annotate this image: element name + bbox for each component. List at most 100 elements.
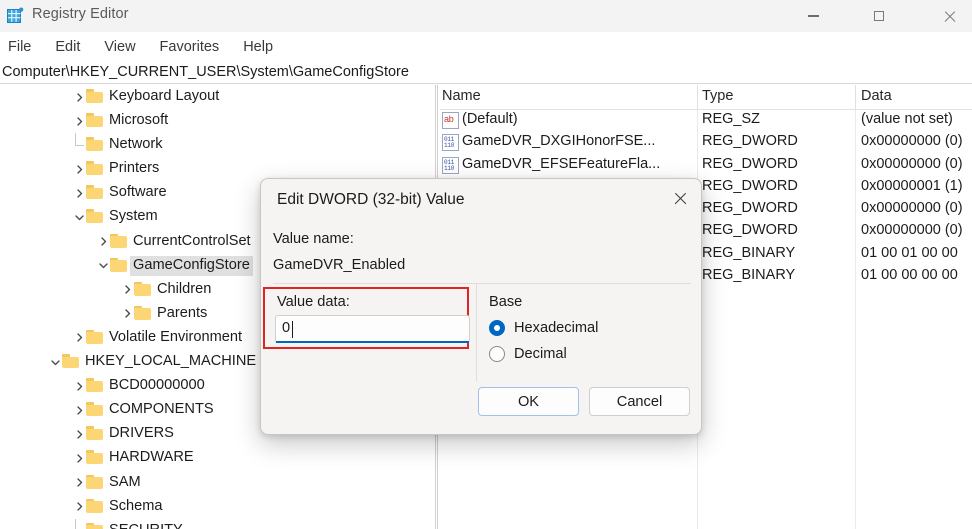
- value-type-cell: REG_DWORD: [702, 177, 798, 194]
- folder-icon: [110, 233, 127, 248]
- chevron-right-icon[interactable]: [72, 186, 86, 200]
- registry-value-row[interactable]: 011 110 GameDVR_DXGIHonorFSE... REG_DWORD 0x…: [440, 132, 972, 154]
- value-name-cell: GameDVR_EFSEFeatureFla...: [462, 155, 661, 172]
- chevron-right-icon[interactable]: [72, 451, 86, 465]
- menu-help[interactable]: Help: [243, 37, 273, 57]
- tree-item-label: SAM: [109, 473, 141, 490]
- chevron-right-icon[interactable]: [72, 427, 86, 441]
- folder-icon: [86, 113, 103, 128]
- header-sep-2[interactable]: [855, 85, 856, 110]
- tree-connector-line: [75, 518, 76, 529]
- menu-bar: File Edit View Favorites Help: [0, 33, 972, 61]
- value-data-text: 0: [282, 320, 291, 336]
- value-data-cell: 0x00000000 (0): [861, 222, 963, 239]
- base-option-hexadecimal[interactable]: Hexadecimal: [489, 320, 598, 336]
- value-data-cell: (value not set): [861, 111, 953, 127]
- value-name-text: GameDVR_Enabled: [273, 257, 406, 273]
- tree-item-label: CurrentControlSet: [133, 232, 251, 249]
- chevron-right-icon[interactable]: [72, 114, 86, 128]
- tree-item-label: SECURITY: [106, 521, 186, 529]
- dword-value-icon: 011 110: [442, 134, 459, 152]
- folder-icon: [86, 209, 103, 224]
- tree-item-sam[interactable]: SAM: [0, 471, 435, 495]
- base-option-decimal[interactable]: Decimal: [489, 346, 567, 362]
- tree-item-schema[interactable]: Schema: [0, 495, 435, 519]
- minimize-button[interactable]: [790, 0, 836, 32]
- base-group-label: Base: [489, 294, 523, 310]
- registry-editor-window: Registry Editor File Edit View Favorites…: [0, 0, 972, 529]
- chevron-down-icon[interactable]: [72, 211, 86, 225]
- radio-decimal-icon: [489, 346, 505, 362]
- folder-icon: [86, 450, 103, 465]
- radio-decimal-label: Decimal: [514, 346, 567, 362]
- folder-icon: [86, 426, 103, 441]
- dialog-divider: [273, 283, 691, 284]
- tree-item-hardware[interactable]: HARDWARE: [0, 446, 435, 470]
- chevron-right-icon[interactable]: [96, 235, 110, 249]
- menu-view[interactable]: View: [104, 37, 135, 57]
- tree-item-network[interactable]: Network: [0, 133, 435, 157]
- chevron-right-icon[interactable]: [72, 379, 86, 393]
- dword-value-icon: 011 110: [442, 156, 459, 174]
- close-icon: [943, 10, 956, 23]
- folder-icon: [86, 137, 103, 152]
- chevron-right-icon[interactable]: [72, 476, 86, 490]
- tree-item-label: DRIVERS: [109, 425, 174, 442]
- tree-item-label: System: [109, 208, 158, 225]
- tree-item-keyboard-layout[interactable]: Keyboard Layout: [0, 85, 435, 109]
- radio-hexadecimal-icon: [489, 320, 505, 336]
- tree-item-label: Schema: [109, 497, 163, 514]
- window-title: Registry Editor: [32, 6, 129, 22]
- chevron-down-icon[interactable]: [96, 259, 110, 273]
- column-header-type[interactable]: Type: [702, 88, 733, 104]
- value-data-cell: 0x00000001 (1): [861, 177, 963, 194]
- folder-icon: [86, 378, 103, 393]
- address-bar[interactable]: Computer\HKEY_CURRENT_USER\System\GameCo…: [0, 61, 972, 84]
- value-data-label: Value data:: [277, 294, 350, 310]
- folder-icon: [86, 89, 103, 103]
- chevron-right-icon[interactable]: [72, 331, 86, 345]
- dialog-title: Edit DWORD (32-bit) Value: [277, 191, 465, 208]
- registry-value-row[interactable]: ab (Default) REG_SZ (value not set): [440, 110, 972, 132]
- maximize-button[interactable]: [856, 0, 902, 32]
- folder-icon: [86, 522, 103, 529]
- tree-item-label: Keyboard Layout: [109, 88, 220, 104]
- registry-icon: [7, 7, 24, 24]
- tree-item-label: Microsoft: [109, 112, 169, 129]
- chevron-right-icon[interactable]: [120, 283, 134, 297]
- chevron-right-icon[interactable]: [72, 162, 86, 176]
- chevron-right-icon[interactable]: [72, 500, 86, 514]
- value-name-label: Value name:: [273, 231, 354, 247]
- column-header-data[interactable]: Data: [861, 88, 892, 104]
- tree-item-security[interactable]: SECURITY: [0, 518, 435, 529]
- menu-favorites[interactable]: Favorites: [160, 37, 220, 57]
- menu-edit[interactable]: Edit: [55, 37, 80, 57]
- header-sep-1[interactable]: [697, 85, 698, 110]
- value-data-cell: 0x00000000 (0): [861, 133, 963, 150]
- list-column-headers: Name Type Data: [440, 85, 972, 110]
- folder-icon: [86, 402, 103, 417]
- cancel-button[interactable]: Cancel: [589, 387, 690, 416]
- registry-value-row[interactable]: 011 110 GameDVR_EFSEFeatureFla... REG_DWORD…: [440, 155, 972, 177]
- column-header-name[interactable]: Name: [442, 88, 481, 104]
- value-name-cell: GameDVR_DXGIHonorFSE...: [462, 133, 656, 150]
- chevron-right-icon[interactable]: [72, 90, 86, 104]
- dialog-close-button[interactable]: [659, 179, 701, 217]
- value-name-cell: (Default): [462, 111, 518, 127]
- folder-icon: [86, 498, 103, 513]
- maximize-icon: [874, 11, 884, 21]
- tree-item-microsoft[interactable]: Microsoft: [0, 109, 435, 133]
- menu-file[interactable]: File: [8, 37, 31, 57]
- value-data-input[interactable]: 0: [275, 315, 470, 343]
- chevron-right-icon[interactable]: [72, 403, 86, 417]
- ok-button[interactable]: OK: [478, 387, 579, 416]
- address-path: Computer\HKEY_CURRENT_USER\System\GameCo…: [2, 64, 409, 80]
- tree-item-label: Volatile Environment: [109, 328, 243, 345]
- tree-connector-line: [75, 145, 84, 147]
- chevron-down-icon[interactable]: [48, 355, 62, 369]
- close-icon: [673, 191, 687, 205]
- close-button[interactable]: [926, 0, 972, 32]
- tree-item-label: Parents: [157, 304, 208, 321]
- chevron-right-icon[interactable]: [120, 307, 134, 321]
- tree-connector-line: [75, 133, 76, 146]
